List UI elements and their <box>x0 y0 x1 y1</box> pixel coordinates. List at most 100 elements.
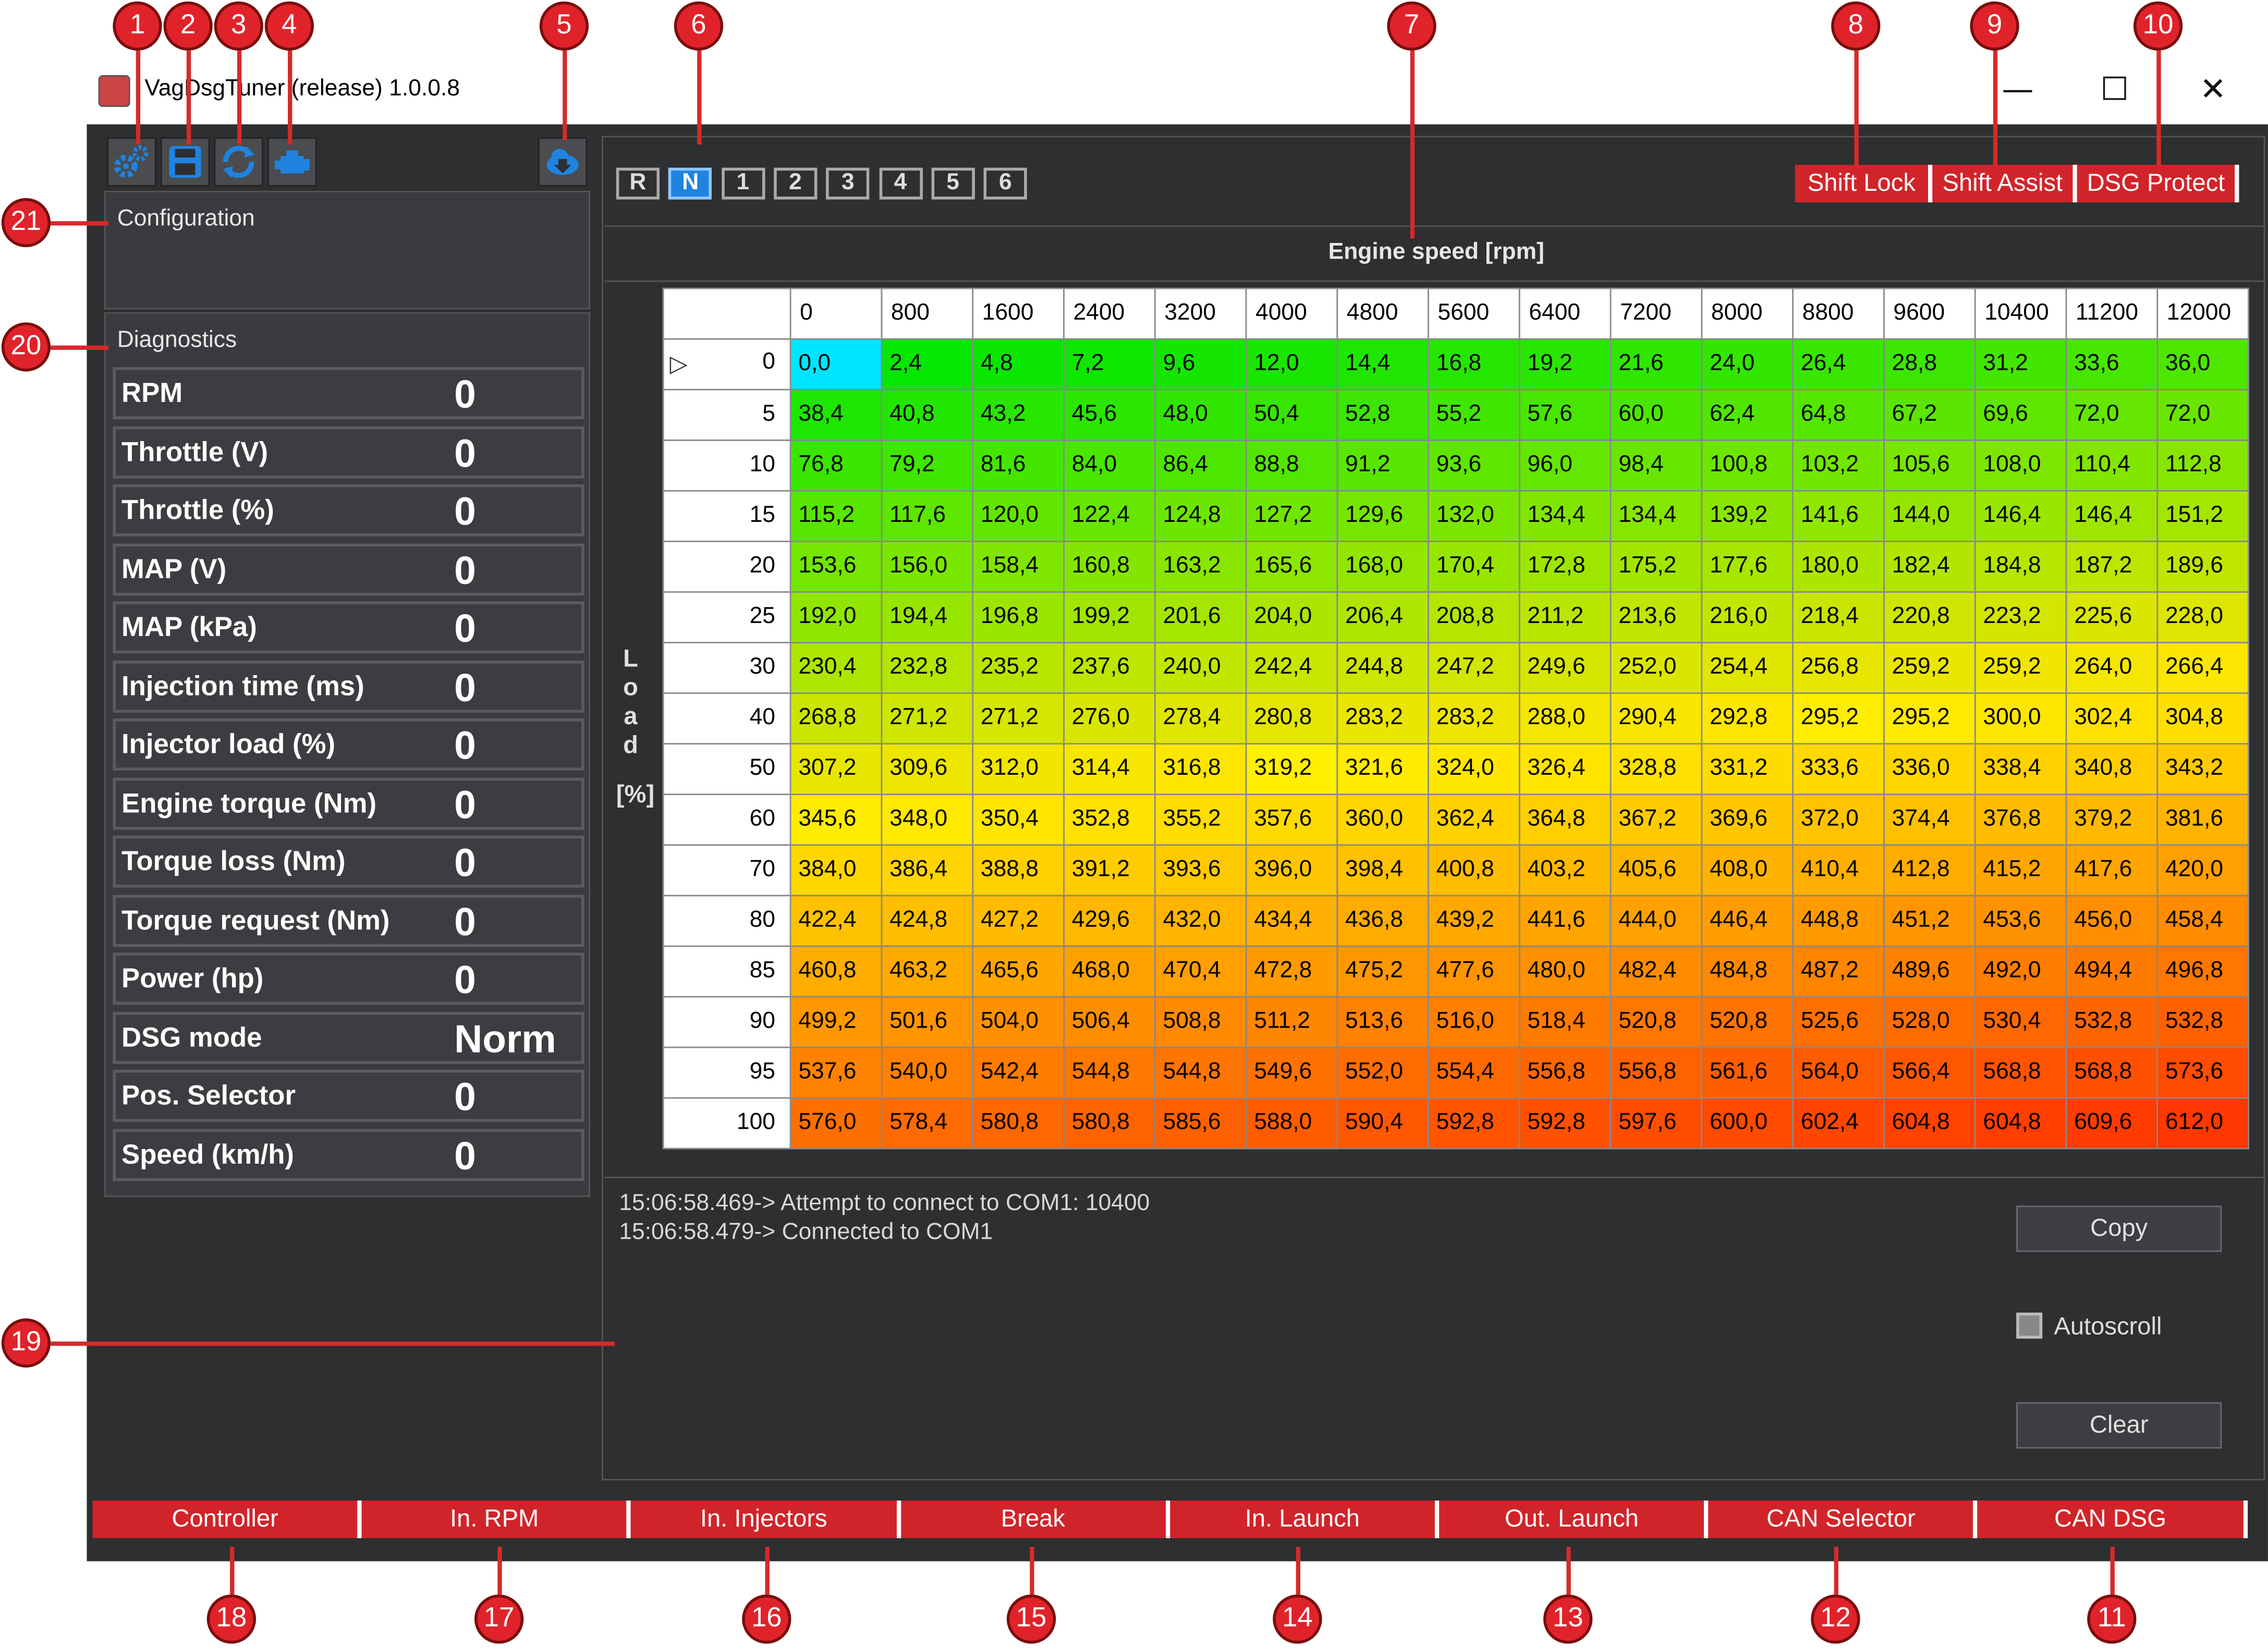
map-cell[interactable]: 105,6 <box>1883 439 1976 492</box>
map-cell[interactable]: 412,8 <box>1883 844 1976 897</box>
map-cell[interactable]: 9,6 <box>1154 338 1247 390</box>
tab-can-dsg[interactable]: CAN DSG <box>1978 1500 2247 1539</box>
map-cell[interactable]: 415,2 <box>1974 844 2067 897</box>
map-cell[interactable]: 568,8 <box>2065 1046 2159 1099</box>
map-cell[interactable]: 264,0 <box>2065 642 2159 694</box>
map-cell[interactable]: 163,2 <box>1154 541 1247 593</box>
map-cell[interactable]: 240,0 <box>1154 642 1247 694</box>
map-cell[interactable]: 612,0 <box>2156 1097 2249 1150</box>
map-cell[interactable]: 103,2 <box>1792 439 1885 492</box>
map-cell[interactable]: 165,6 <box>1245 541 1338 593</box>
map-cell[interactable]: 76,8 <box>789 439 883 492</box>
map-cell[interactable]: 554,4 <box>1428 1046 1520 1099</box>
refresh-button[interactable] <box>214 137 263 187</box>
map-cell[interactable]: 499,2 <box>789 996 883 1048</box>
map-cell[interactable]: 55,2 <box>1428 388 1520 441</box>
map-cell[interactable]: 472,8 <box>1245 945 1338 998</box>
map-cell[interactable]: 72,0 <box>2156 388 2249 441</box>
map-cell[interactable]: 201,6 <box>1154 591 1247 643</box>
map-cell[interactable]: 252,0 <box>1609 642 1703 694</box>
map-cell[interactable]: 429,6 <box>1063 895 1156 947</box>
map-cell[interactable]: 597,6 <box>1609 1097 1703 1150</box>
map-cell[interactable]: 333,6 <box>1792 743 1885 796</box>
map-cell[interactable]: 381,6 <box>2156 794 2249 846</box>
map-cell[interactable]: 573,6 <box>2156 1046 2249 1099</box>
map-cell[interactable]: 460,8 <box>789 945 883 998</box>
map-cell[interactable]: 204,0 <box>1245 591 1338 643</box>
map-cell[interactable]: 208,8 <box>1428 591 1520 643</box>
map-cell[interactable]: 280,8 <box>1245 692 1338 744</box>
map-cell[interactable]: 12,0 <box>1245 338 1338 390</box>
map-cell[interactable]: 292,8 <box>1701 692 1794 744</box>
map-cell[interactable]: 43,2 <box>972 388 1065 441</box>
map-cell[interactable]: 7,2 <box>1063 338 1156 390</box>
map-cell[interactable]: 283,2 <box>1336 692 1429 744</box>
map-cell[interactable]: 175,2 <box>1609 541 1703 593</box>
map-cell[interactable]: 475,2 <box>1336 945 1429 998</box>
map-cell[interactable]: 134,4 <box>1609 490 1703 542</box>
map-cell[interactable]: 45,6 <box>1063 388 1156 441</box>
map-cell[interactable]: 400,8 <box>1428 844 1520 897</box>
clear-button[interactable]: Clear <box>2016 1402 2222 1449</box>
map-cell[interactable]: 184,8 <box>1974 541 2067 593</box>
map-cell[interactable]: 501,6 <box>881 996 974 1048</box>
map-cell[interactable]: 295,2 <box>1792 692 1885 744</box>
map-cell[interactable]: 343,2 <box>2156 743 2249 796</box>
minimize-button[interactable]: — <box>1989 67 2047 113</box>
map-cell[interactable]: 566,4 <box>1883 1046 1976 1099</box>
map-cell[interactable]: 122,4 <box>1063 490 1156 542</box>
map-cell[interactable]: 321,6 <box>1336 743 1429 796</box>
map-cell[interactable]: 237,6 <box>1063 642 1156 694</box>
map-cell[interactable]: 480,0 <box>1518 945 1612 998</box>
map-cell[interactable]: 504,0 <box>972 996 1065 1048</box>
map-cell[interactable]: 228,0 <box>2156 591 2249 643</box>
map-cell[interactable]: 508,8 <box>1154 996 1247 1048</box>
map-cell[interactable]: 348,0 <box>881 794 974 846</box>
map-cell[interactable]: 326,4 <box>1518 743 1612 796</box>
map-cell[interactable]: 561,6 <box>1701 1046 1794 1099</box>
map-cell[interactable]: 316,8 <box>1154 743 1247 796</box>
map-cell[interactable]: 139,2 <box>1701 490 1794 542</box>
map-cell[interactable]: 132,0 <box>1428 490 1520 542</box>
map-cell[interactable]: 312,0 <box>972 743 1065 796</box>
map-cell[interactable]: 564,0 <box>1792 1046 1885 1099</box>
map-cell[interactable]: 588,0 <box>1245 1097 1338 1150</box>
map-cell[interactable]: 340,8 <box>2065 743 2159 796</box>
map-cell[interactable]: 576,0 <box>789 1097 883 1150</box>
map-cell[interactable]: 146,4 <box>2065 490 2159 542</box>
map-cell[interactable]: 283,2 <box>1428 692 1520 744</box>
map-cell[interactable]: 213,6 <box>1609 591 1703 643</box>
tab-controller[interactable]: Controller <box>92 1500 362 1539</box>
map-cell[interactable]: 194,4 <box>881 591 974 643</box>
cloud-download-button[interactable] <box>538 137 588 187</box>
map-cell[interactable]: 300,0 <box>1974 692 2067 744</box>
map-cell[interactable]: 156,0 <box>881 541 974 593</box>
map-cell[interactable]: 336,0 <box>1883 743 1976 796</box>
map-cell[interactable]: 81,6 <box>972 439 1065 492</box>
map-cell[interactable]: 129,6 <box>1336 490 1429 542</box>
map-cell[interactable]: 506,4 <box>1063 996 1156 1048</box>
map-cell[interactable]: 314,4 <box>1063 743 1156 796</box>
map-cell[interactable]: 146,4 <box>1974 490 2067 542</box>
autoscroll-checkbox[interactable] <box>2016 1312 2043 1339</box>
map-cell[interactable]: 218,4 <box>1792 591 1885 643</box>
tab-break[interactable]: Break <box>900 1500 1170 1539</box>
save-button[interactable] <box>160 137 210 187</box>
map-cell[interactable]: 384,0 <box>789 844 883 897</box>
map-cell[interactable]: 31,2 <box>1974 338 2067 390</box>
map-cell[interactable]: 117,6 <box>881 490 974 542</box>
map-cell[interactable]: 249,6 <box>1518 642 1612 694</box>
map-cell[interactable]: 542,4 <box>972 1046 1065 1099</box>
settings-button[interactable] <box>107 137 156 187</box>
map-cell[interactable]: 276,0 <box>1063 692 1156 744</box>
map-cell[interactable]: 21,6 <box>1609 338 1703 390</box>
map-cell[interactable]: 585,6 <box>1154 1097 1247 1150</box>
map-cell[interactable]: 120,0 <box>972 490 1065 542</box>
map-cell[interactable]: 170,4 <box>1428 541 1520 593</box>
map-cell[interactable]: 206,4 <box>1336 591 1429 643</box>
map-cell[interactable]: 530,4 <box>1974 996 2067 1048</box>
map-cell[interactable]: 33,6 <box>2065 338 2159 390</box>
map-cell[interactable]: 62,4 <box>1701 388 1794 441</box>
map-cell[interactable]: 470,4 <box>1154 945 1247 998</box>
map-cell[interactable]: 26,4 <box>1792 338 1885 390</box>
